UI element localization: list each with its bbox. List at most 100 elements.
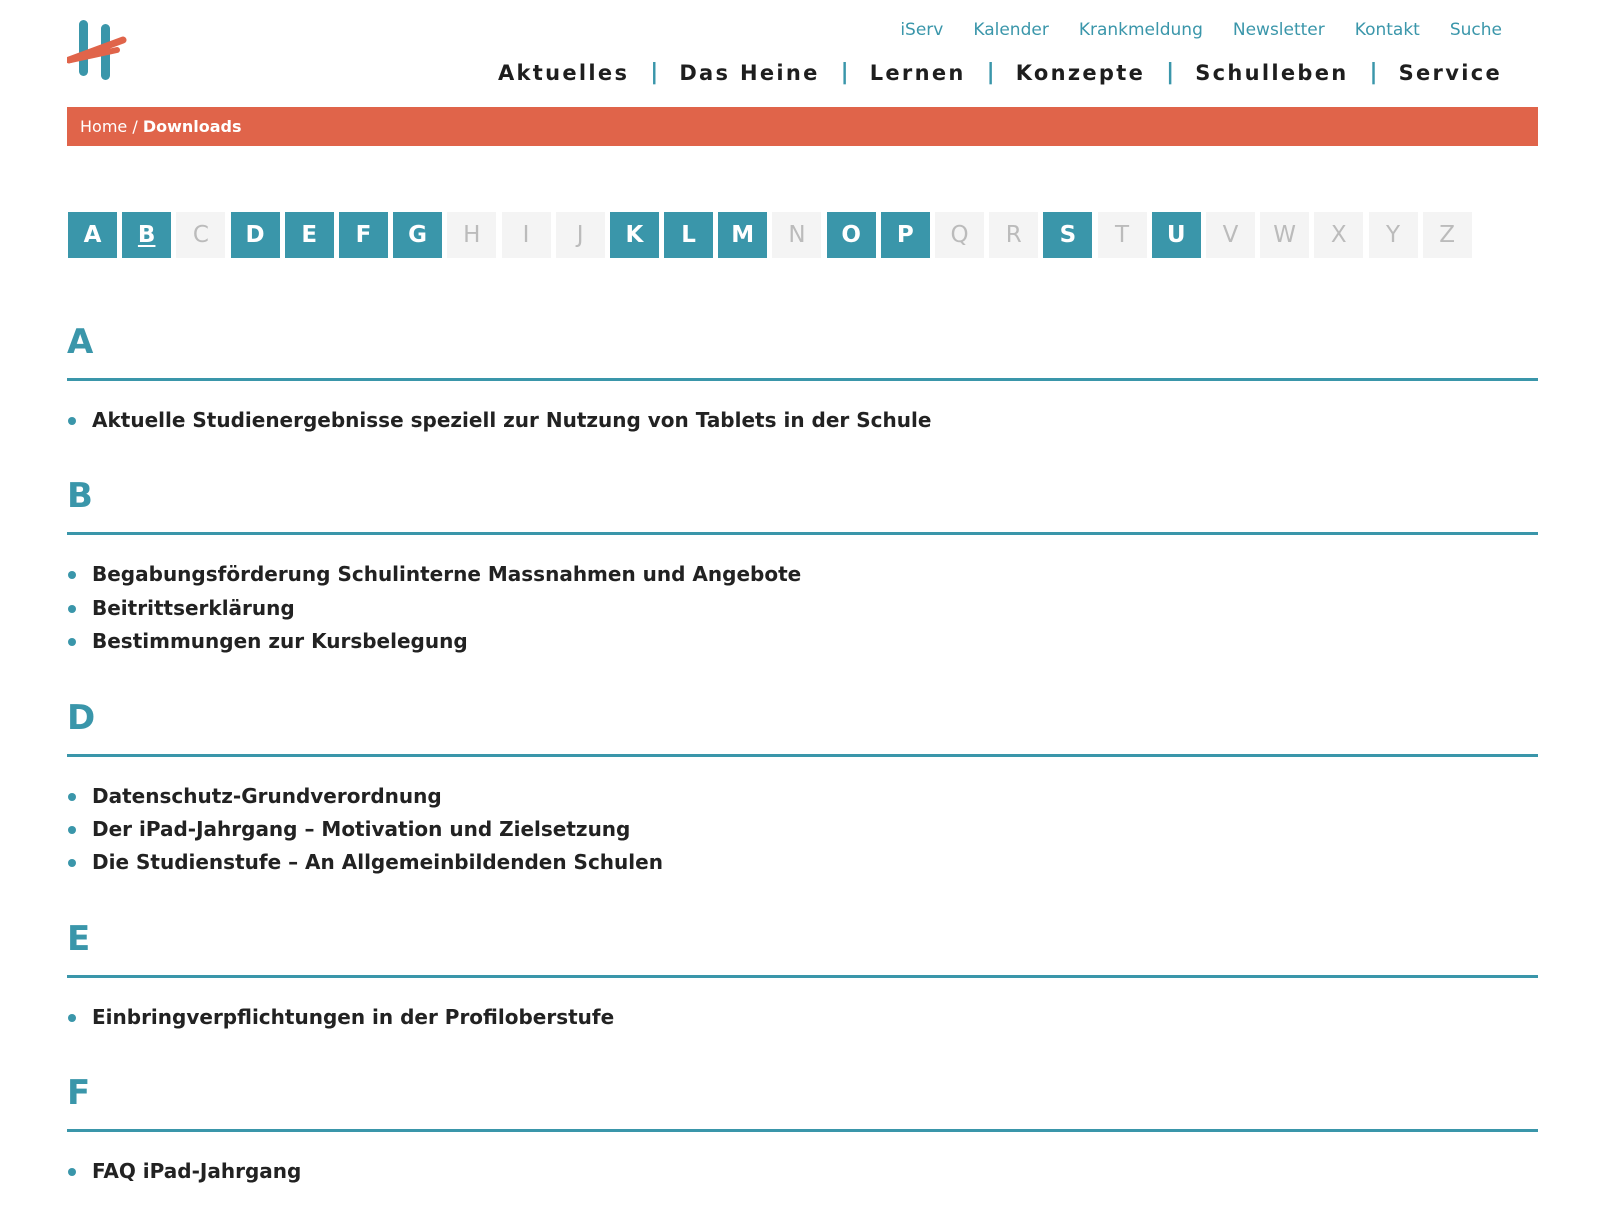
alphabet-letter-t: T [1097,212,1147,258]
download-link[interactable]: Bestimmungen zur Kursbelegung [92,629,468,653]
list-item: Einbringverpflichtungen in der Profilobe… [67,1003,1538,1036]
download-link[interactable]: Einbringverpflichtungen in der Profilobe… [92,1005,614,1029]
top-link-iserv[interactable]: iServ [900,20,943,40]
list-item: Begabungsförderung Schulinterne Massnahm… [67,560,1538,593]
alphabet-letter-e[interactable]: E [284,212,334,258]
breadcrumb: Home / Downloads [67,107,1538,146]
section-divider [67,378,1538,381]
downloads-list: A Aktuelle Studienergebnisse speziell zur… [67,322,1538,1191]
alphabet-letter-label: Z [1439,222,1456,248]
alphabet-letter-label: S [1059,222,1077,248]
alphabet-letter-label: N [788,222,806,248]
nav-item-aktuelles[interactable]: Aktuelles [498,61,629,85]
alphabet-letter-w: W [1260,212,1310,258]
alphabet-letter-r: R [989,212,1039,258]
top-link-krankmeldung[interactable]: Krankmeldung [1079,20,1203,40]
top-link-kontakt[interactable]: Kontakt [1355,20,1420,40]
download-link[interactable]: FAQ iPad-Jahrgang [92,1159,301,1183]
alphabet-letter-g[interactable]: G [393,212,443,258]
section-heading: A [67,322,94,362]
alphabet-letter-n: N [772,212,822,258]
alphabet-letter-label: F [355,222,372,248]
download-link[interactable]: Datenschutz-Grundverordnung [92,784,442,808]
download-list: Begabungsförderung Schulinterne Massnahm… [67,560,1538,660]
download-link[interactable]: Der iPad-Jahrgang – Motivation und Ziels… [92,817,630,841]
alphabet-letter-label: W [1273,222,1296,248]
alphabet-letter-z: Z [1422,212,1472,258]
alphabet-letter-label: V [1222,222,1239,248]
download-link[interactable]: Die Studienstufe – An Allgemeinbildenden… [92,850,663,874]
main-nav: Aktuelles | Das Heine | Lernen | Konzept… [498,60,1502,85]
alphabet-letter-a[interactable]: A [68,212,117,258]
download-list: Aktuelle Studienergebnisse speziell zur … [67,406,1538,439]
breadcrumb-current: Downloads [142,117,242,136]
section-heading: F [67,1073,91,1114]
download-link[interactable]: Aktuelle Studienergebnisse speziell zur … [92,408,931,432]
alphabet-letter-h: H [447,212,497,258]
alphabet-letter-label: U [1166,222,1186,248]
section-d: D Datenschutz-Grundverordnung Der iPad-Jah… [67,698,1538,882]
alphabet-index: A B C D E F G H I J K L M N O P Q R S T U V W X Y Z [68,212,1477,258]
utility-nav: iServ Kalender Krankmeldung Newsletter K… [870,20,1502,40]
alphabet-letter-b[interactable]: B [122,212,172,258]
list-item: FAQ iPad-Jahrgang [67,1157,1538,1190]
alphabet-letter-u[interactable]: U [1151,212,1201,258]
section-e: E Einbringverpflichtungen in der Profilob… [67,919,1538,1036]
nav-item-das-heine[interactable]: Das Heine [679,61,819,85]
alphabet-letter-m[interactable]: M [718,212,768,258]
list-item: Die Studienstufe – An Allgemeinbildenden… [67,848,1538,881]
list-item: Bestimmungen zur Kursbelegung [67,627,1538,660]
alphabet-letter-label: Q [950,222,969,248]
alphabet-letter-p[interactable]: P [880,212,930,258]
list-item: Der iPad-Jahrgang – Motivation und Ziels… [67,815,1538,848]
nav-separator: | [650,60,659,85]
top-link-newsletter[interactable]: Newsletter [1233,20,1325,40]
alphabet-letter-label: K [625,222,644,248]
alphabet-letter-f[interactable]: F [338,212,388,258]
alphabet-letter-label: D [245,222,265,248]
alphabet-letter-label: J [576,222,584,248]
alphabet-letter-label: T [1115,222,1130,248]
alphabet-letter-x: X [1314,212,1364,258]
alphabet-letter-label: X [1330,222,1347,248]
top-link-suche[interactable]: Suche [1450,20,1502,40]
download-list: Datenschutz-Grundverordnung Der iPad-Jahr… [67,782,1538,882]
alphabet-letter-o[interactable]: O [826,212,876,258]
section-divider [67,1129,1538,1133]
section-divider [67,532,1538,536]
section-divider [67,753,1538,757]
section-a: A Aktuelle Studienergebnisse speziell zur… [67,322,1538,439]
alphabet-letter-label: P [896,222,914,248]
heine-h-logo-icon [65,20,127,80]
nav-item-service[interactable]: Service [1399,61,1502,85]
alphabet-letter-k[interactable]: K [609,212,659,258]
list-item: Aktuelle Studienergebnisse speziell zur … [67,406,1538,439]
download-link[interactable]: Begabungsförderung Schulinterne Massnahm… [92,562,801,586]
nav-separator: | [1369,60,1378,85]
alphabet-letter-d[interactable]: D [230,212,280,258]
nav-item-konzepte[interactable]: Konzepte [1016,61,1145,85]
site-logo[interactable] [65,20,129,82]
alphabet-letter-label: H [463,222,481,248]
alphabet-letter-label: L [681,222,696,248]
alphabet-letter-q: Q [935,212,984,258]
alphabet-letter-label: E [301,222,318,248]
download-list: FAQ iPad-Jahrgang [67,1157,1538,1190]
nav-item-lernen[interactable]: Lernen [870,61,966,85]
alphabet-letter-s[interactable]: S [1043,212,1093,258]
alphabet-letter-l[interactable]: L [664,212,714,258]
download-link[interactable]: Beitrittserklärung [92,596,295,620]
breadcrumb-home-link[interactable]: Home [80,117,127,136]
nav-item-schulleben[interactable]: Schulleben [1195,61,1348,85]
top-link-kalender[interactable]: Kalender [973,20,1048,40]
nav-separator: | [840,60,849,85]
download-list: Einbringverpflichtungen in der Profilobe… [67,1003,1538,1036]
alphabet-letter-label: Y [1385,222,1401,248]
alphabet-letter-v: V [1205,212,1255,258]
section-heading: B [67,476,93,517]
alphabet-letter-y: Y [1368,212,1418,258]
alphabet-letter-j: J [555,212,605,258]
breadcrumb-separator: / [132,117,138,136]
alphabet-letter-label: A [83,222,102,248]
nav-separator: | [986,60,995,85]
